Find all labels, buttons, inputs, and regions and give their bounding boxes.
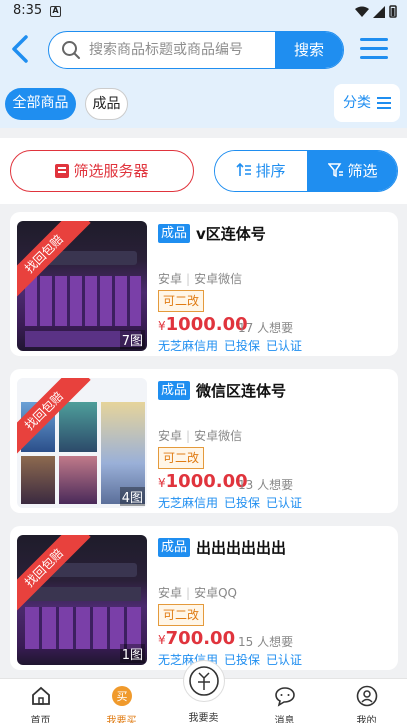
classify-label: 分类 — [343, 95, 371, 111]
listing-wants: 17 人想要 — [238, 321, 294, 335]
listing-platform: 安卓 | 安卓QQ — [158, 586, 237, 600]
listing-services: 无芝麻信用 已投保 已认证 — [158, 339, 303, 353]
listing-price: ¥1000.00 — [158, 314, 248, 335]
listing-thumbnail[interactable]: 找回包赔 4图 — [17, 378, 147, 508]
notification-icon: A — [50, 6, 61, 17]
category-row: 全部商品 成品 分类 — [0, 84, 407, 122]
image-count: 4图 — [119, 487, 145, 506]
filter-bar: 筛选服务器 排序 筛选 — [0, 138, 407, 204]
listing-tag: 成品 — [158, 224, 190, 243]
back-arrow-icon[interactable] — [8, 34, 34, 64]
listing-platform: 安卓 | 安卓微信 — [158, 272, 243, 286]
signal-icon — [373, 5, 385, 18]
listing-card[interactable]: 找回包赔 1图 成品 出出出出出出 安卓 | 安卓QQ 可二改 ¥700.00 15… — [10, 526, 398, 670]
search-icon — [62, 41, 80, 59]
listing-card[interactable]: 找回包赔 7图 成品 v区连体号 安卓 | 安卓微信 可二改 ¥1000.00 17… — [10, 212, 398, 356]
classify-button[interactable]: 分类 — [334, 84, 400, 122]
editable-badge: 可二改 — [158, 290, 205, 312]
sort-icon — [236, 162, 252, 176]
battery-icon — [389, 5, 397, 18]
home-icon — [31, 686, 50, 705]
status-icons — [355, 5, 397, 18]
message-icon — [274, 687, 295, 707]
tab-home[interactable]: 首页 — [0, 679, 81, 723]
svg-text:买: 买 — [116, 690, 127, 703]
listing-title: 出出出出出出 — [196, 539, 287, 557]
tab-mine[interactable]: 我的 — [326, 679, 407, 723]
server-icon — [55, 164, 70, 178]
money-bag-icon — [189, 666, 219, 696]
search-input[interactable] — [89, 32, 279, 67]
listing-price: ¥700.00 — [158, 628, 236, 649]
list-icon — [377, 97, 391, 112]
listing-title: 微信区连体号 — [196, 382, 287, 400]
sell-bubble[interactable] — [183, 660, 225, 702]
listing-wants: 15 人想要 — [238, 635, 294, 649]
category-all[interactable]: 全部商品 — [5, 88, 76, 120]
sort-label: 排序 — [255, 162, 286, 180]
listing-price: ¥1000.00 — [158, 471, 248, 492]
listing-tag: 成品 — [158, 538, 190, 557]
listing-title: v区连体号 — [196, 225, 266, 243]
listing-wants: 13 人想要 — [238, 478, 294, 492]
sort-filter-toggle: 排序 筛选 — [214, 150, 398, 192]
tab-home-label: 首页 — [30, 716, 51, 723]
tab-messages-label: 消息 — [274, 716, 295, 723]
editable-badge: 可二改 — [158, 447, 205, 469]
filter-icon — [327, 163, 344, 178]
tab-messages[interactable]: 消息 — [244, 679, 325, 723]
sort-button[interactable]: 排序 — [215, 151, 307, 191]
editable-badge: 可二改 — [158, 604, 205, 626]
menu-icon[interactable] — [360, 38, 388, 60]
search-button[interactable]: 搜索 — [275, 32, 343, 68]
listing-thumbnail[interactable]: 找回包赔 1图 — [17, 535, 147, 665]
status-time: 8:35 — [13, 3, 43, 18]
image-count: 1图 — [119, 644, 145, 663]
wifi-icon — [355, 6, 369, 17]
image-count: 7图 — [119, 330, 145, 349]
tab-sell-label: 我要卖 — [188, 713, 219, 723]
filter-label: 筛选 — [347, 162, 378, 180]
buy-icon: 买 — [111, 686, 132, 706]
listing-services: 无芝麻信用 已投保 已认证 — [158, 653, 303, 667]
header: 搜索 — [0, 24, 407, 76]
status-bar: 8:35 A — [0, 0, 407, 24]
category-finished[interactable]: 成品 — [85, 88, 128, 120]
tab-buy[interactable]: 买 我要买 — [81, 679, 162, 723]
user-icon — [356, 685, 377, 707]
tab-buy-label: 我要买 — [106, 716, 137, 723]
search-bar: 搜索 — [48, 31, 344, 69]
tab-mine-label: 我的 — [356, 716, 377, 723]
listing-tag: 成品 — [158, 381, 190, 400]
listing-platform: 安卓 | 安卓微信 — [158, 429, 243, 443]
listing-thumbnail[interactable]: 找回包赔 7图 — [17, 221, 147, 351]
server-filter-label: 筛选服务器 — [73, 162, 149, 180]
listing-services: 无芝麻信用 已投保 已认证 — [158, 496, 303, 510]
server-filter-button[interactable]: 筛选服务器 — [10, 150, 194, 192]
filter-button[interactable]: 筛选 — [307, 151, 397, 191]
listing-card[interactable]: 找回包赔 4图 成品 微信区连体号 安卓 | 安卓微信 可二改 ¥1000.00 1… — [10, 369, 398, 513]
